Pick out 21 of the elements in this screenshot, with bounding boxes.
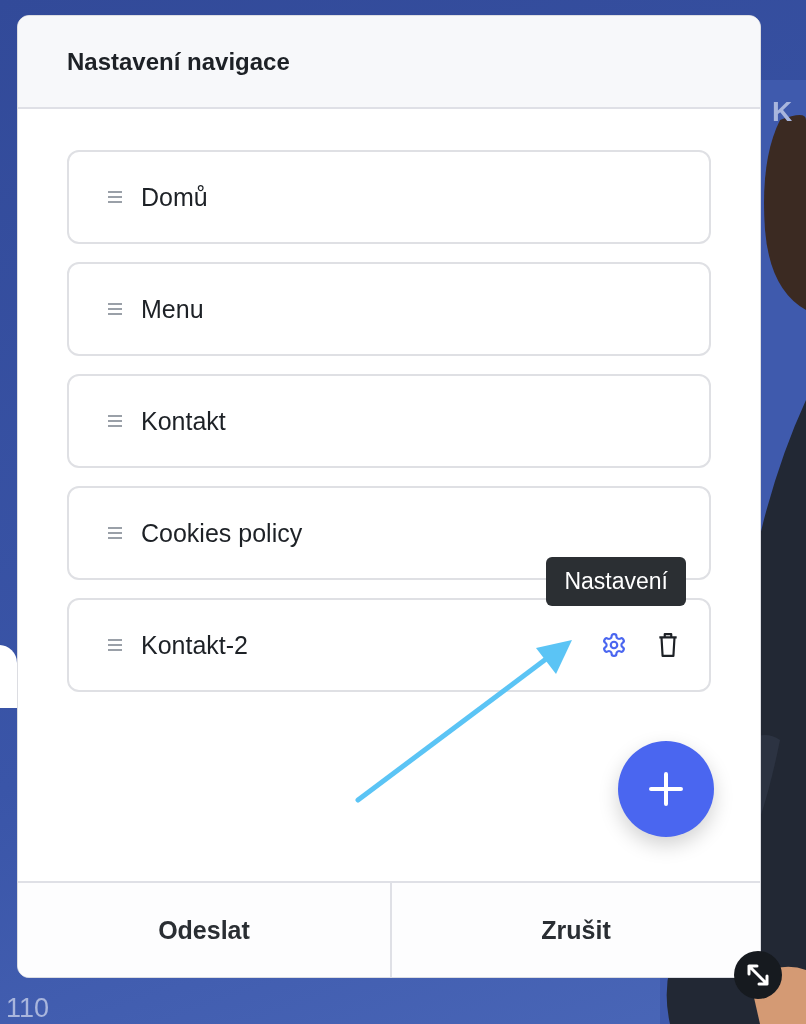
nav-item[interactable]: Kontakt xyxy=(67,374,711,468)
footer-button[interactable]: Odeslat xyxy=(18,883,390,977)
drag-handle-icon[interactable] xyxy=(107,525,123,541)
trash-icon xyxy=(656,632,680,658)
nav-item-label: Kontakt xyxy=(141,406,227,436)
plus-icon xyxy=(649,772,683,806)
background-text: 110 xyxy=(6,995,50,1022)
nav-item-label: Kontakt-2 xyxy=(141,630,249,660)
nav-item[interactable]: Domů xyxy=(67,150,711,244)
drag-handle-icon[interactable] xyxy=(107,413,123,429)
drag-handle-icon[interactable] xyxy=(107,637,123,653)
nav-item-label: Cookies policy xyxy=(141,518,304,548)
nav-item-label: Domů xyxy=(141,182,209,212)
nav-item-label: Menu xyxy=(141,294,205,324)
tooltip: Nastavení xyxy=(546,557,686,606)
drag-handle-icon[interactable] xyxy=(107,301,123,317)
nav-item[interactable]: Menu xyxy=(67,262,711,356)
settings-icon xyxy=(601,632,627,658)
dialog-title: Nastavení navigace xyxy=(67,47,290,76)
drag-handle-icon[interactable] xyxy=(107,189,123,205)
diagonal-arrows-icon xyxy=(745,962,771,988)
